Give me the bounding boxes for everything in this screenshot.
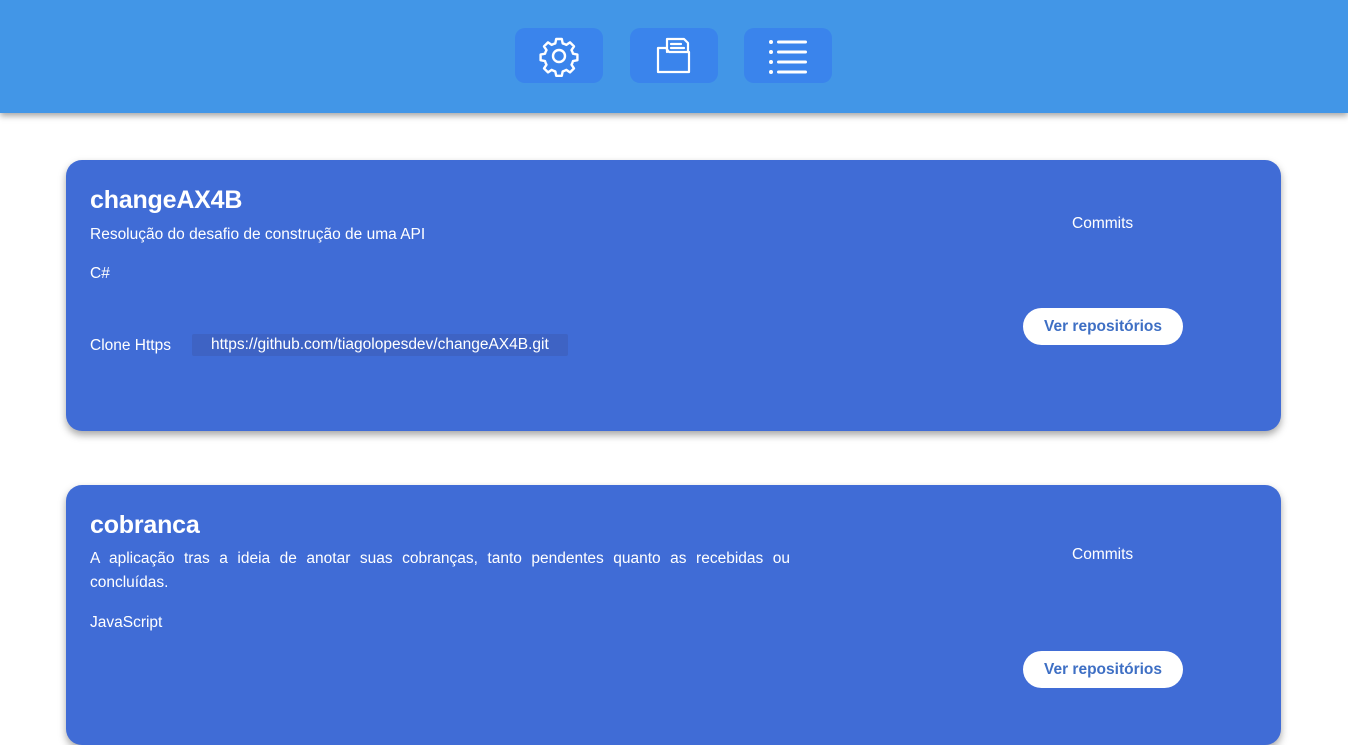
view-repositories-button[interactable]: Ver repositórios [1023,308,1183,345]
repo-title: changeAX4B [90,186,243,214]
repo-card: cobranca A aplicação tras a ideia de ano… [66,485,1281,745]
list-icon [769,39,807,74]
settings-button[interactable] [515,28,603,83]
gear-icon [539,37,579,77]
list-button[interactable] [744,28,832,83]
repo-language: C# [90,265,110,282]
commits-label: Commits [1072,546,1134,563]
repo-language: JavaScript [90,614,163,631]
repo-title: cobranca [90,511,200,539]
repositories-button[interactable] [630,28,718,83]
clone-url[interactable]: https://github.com/tiagolopesdev/changeA… [192,334,568,356]
repo-description: Resolução do desafio de construção de um… [90,226,426,243]
repo-description: A aplicação tras a ideia de anotar suas … [90,550,790,591]
view-repositories-button[interactable]: Ver repositórios [1023,651,1183,688]
commits-label: Commits [1072,215,1134,232]
clone-label: Clone Https [90,337,171,354]
folder-document-icon [656,37,691,73]
repo-card: changeAX4B Resolução do desafio de const… [66,160,1281,431]
top-navigation-bar [0,0,1348,113]
